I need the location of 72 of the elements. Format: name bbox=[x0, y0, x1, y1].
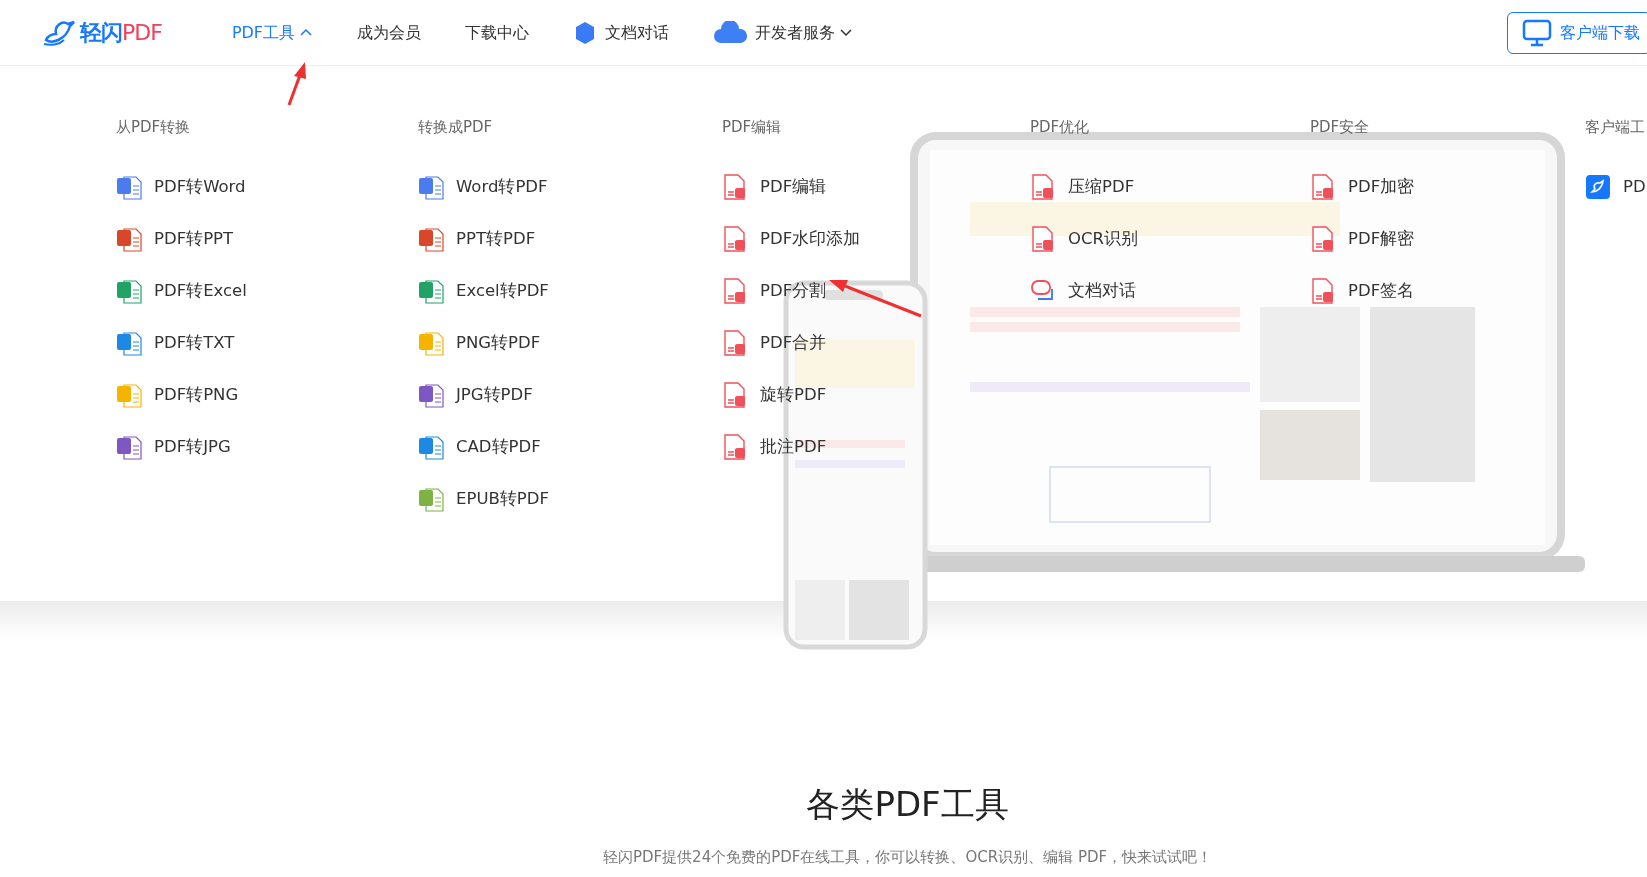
cloud-icon bbox=[713, 20, 748, 45]
menu-item[interactable]: PDF转PPT bbox=[116, 213, 418, 265]
nav-link[interactable]: 文档对话 bbox=[605, 20, 670, 45]
book-file-icon bbox=[418, 486, 444, 512]
document-icon bbox=[418, 226, 444, 252]
document-icon bbox=[116, 330, 142, 356]
menu-item[interactable]: PDF转PNG bbox=[116, 369, 418, 421]
menu-column-title: 从PDF转换 bbox=[116, 117, 192, 138]
spreadsheet-icon bbox=[116, 278, 142, 304]
pdf-file-icon bbox=[722, 226, 748, 252]
menu-column-title: 客户端工 bbox=[1585, 117, 1646, 138]
image-file-icon bbox=[116, 382, 142, 408]
document-icon bbox=[418, 174, 444, 200]
menu-item[interactable]: 旋转PDF bbox=[722, 369, 1030, 421]
menu-item[interactable]: Word转PDF bbox=[418, 161, 722, 213]
menu-item[interactable]: PDF解密 bbox=[1310, 213, 1585, 265]
menu-column-title: 转换成PDF bbox=[418, 117, 494, 138]
image-file-icon bbox=[418, 382, 444, 408]
pdf-file-icon bbox=[722, 330, 748, 356]
pdf-file-icon bbox=[1030, 174, 1056, 200]
pdf-file-icon bbox=[722, 278, 748, 304]
menu-column-title: PDF编辑 bbox=[722, 117, 783, 138]
menu-item[interactable]: PDF编辑 bbox=[722, 161, 1030, 213]
menu-item[interactable]: 压缩PDF bbox=[1030, 161, 1310, 213]
chat-icon bbox=[1030, 279, 1056, 303]
pdf-file-icon bbox=[1030, 226, 1056, 252]
menu-item[interactable]: PDF转TXT bbox=[116, 317, 418, 369]
pdf-file-icon bbox=[1310, 278, 1336, 304]
document-icon bbox=[116, 226, 142, 252]
spreadsheet-icon bbox=[418, 278, 444, 304]
menu-item[interactable]: PDF签名 bbox=[1310, 265, 1585, 317]
menu-item[interactable]: PDF转Word bbox=[116, 161, 418, 213]
pdf-file-icon bbox=[1310, 226, 1336, 252]
nav-link[interactable]: 开发者服务 bbox=[755, 20, 854, 45]
menu-item[interactable]: CAD转PDF bbox=[418, 421, 722, 473]
document-icon bbox=[116, 174, 142, 200]
image-file-icon bbox=[116, 434, 142, 460]
menu-item[interactable]: PDF转JPG bbox=[116, 421, 418, 473]
menu-item[interactable]: PPT转PDF bbox=[418, 213, 722, 265]
menu-item[interactable]: PDF分割 bbox=[722, 265, 1030, 317]
menu-item[interactable]: EPUB转PDF bbox=[418, 473, 722, 525]
section-title: 各类PDF工具 bbox=[805, 783, 1010, 826]
menu-item[interactable]: Excel转PDF bbox=[418, 265, 722, 317]
nav-link[interactable]: PDF工具 bbox=[231, 20, 314, 45]
menu-column-title: PDF优化 bbox=[1030, 117, 1091, 138]
menu-item[interactable]: 文档对话 bbox=[1030, 265, 1310, 317]
menu-item[interactable]: 批注PDF bbox=[722, 421, 1030, 473]
document-icon bbox=[418, 434, 444, 460]
logo-text[interactable]: 轻闪PDF bbox=[80, 16, 162, 49]
menu-item[interactable]: OCR识别 bbox=[1030, 213, 1310, 265]
nav-link[interactable]: 下载中心 bbox=[465, 20, 530, 45]
menu-item[interactable]: PNG转PDF bbox=[418, 317, 722, 369]
menu-item[interactable]: PDF合并 bbox=[722, 317, 1030, 369]
pdf-file-icon bbox=[722, 174, 748, 200]
menu-item[interactable]: PD bbox=[1585, 161, 1647, 213]
menu-item[interactable]: PDF转Excel bbox=[116, 265, 418, 317]
pdf-file-icon bbox=[722, 434, 748, 460]
arrow-annotation bbox=[287, 62, 306, 106]
image-file-icon bbox=[418, 330, 444, 356]
nav-link[interactable]: 成为会员 bbox=[357, 20, 422, 45]
caret-icon bbox=[299, 27, 314, 38]
menu-column-title: PDF安全 bbox=[1310, 117, 1371, 138]
monitor-icon bbox=[1522, 18, 1552, 47]
app-icon bbox=[1585, 174, 1611, 200]
menu-item[interactable]: JPG转PDF bbox=[418, 369, 722, 421]
section-subtitle: 轻闪PDF提供24个免费的PDF在线工具，你可以转换、OCR识别、编辑 PDF，快来试试吧！ bbox=[601, 847, 1214, 868]
menu-item[interactable]: PDF水印添加 bbox=[722, 213, 1030, 265]
menu-item[interactable]: PDF加密 bbox=[1310, 161, 1585, 213]
pdf-file-icon bbox=[1310, 174, 1336, 200]
client-download-button[interactable]: 客户端下载 bbox=[1507, 11, 1647, 54]
pdf-file-icon bbox=[722, 382, 748, 408]
caret-icon bbox=[839, 27, 854, 38]
